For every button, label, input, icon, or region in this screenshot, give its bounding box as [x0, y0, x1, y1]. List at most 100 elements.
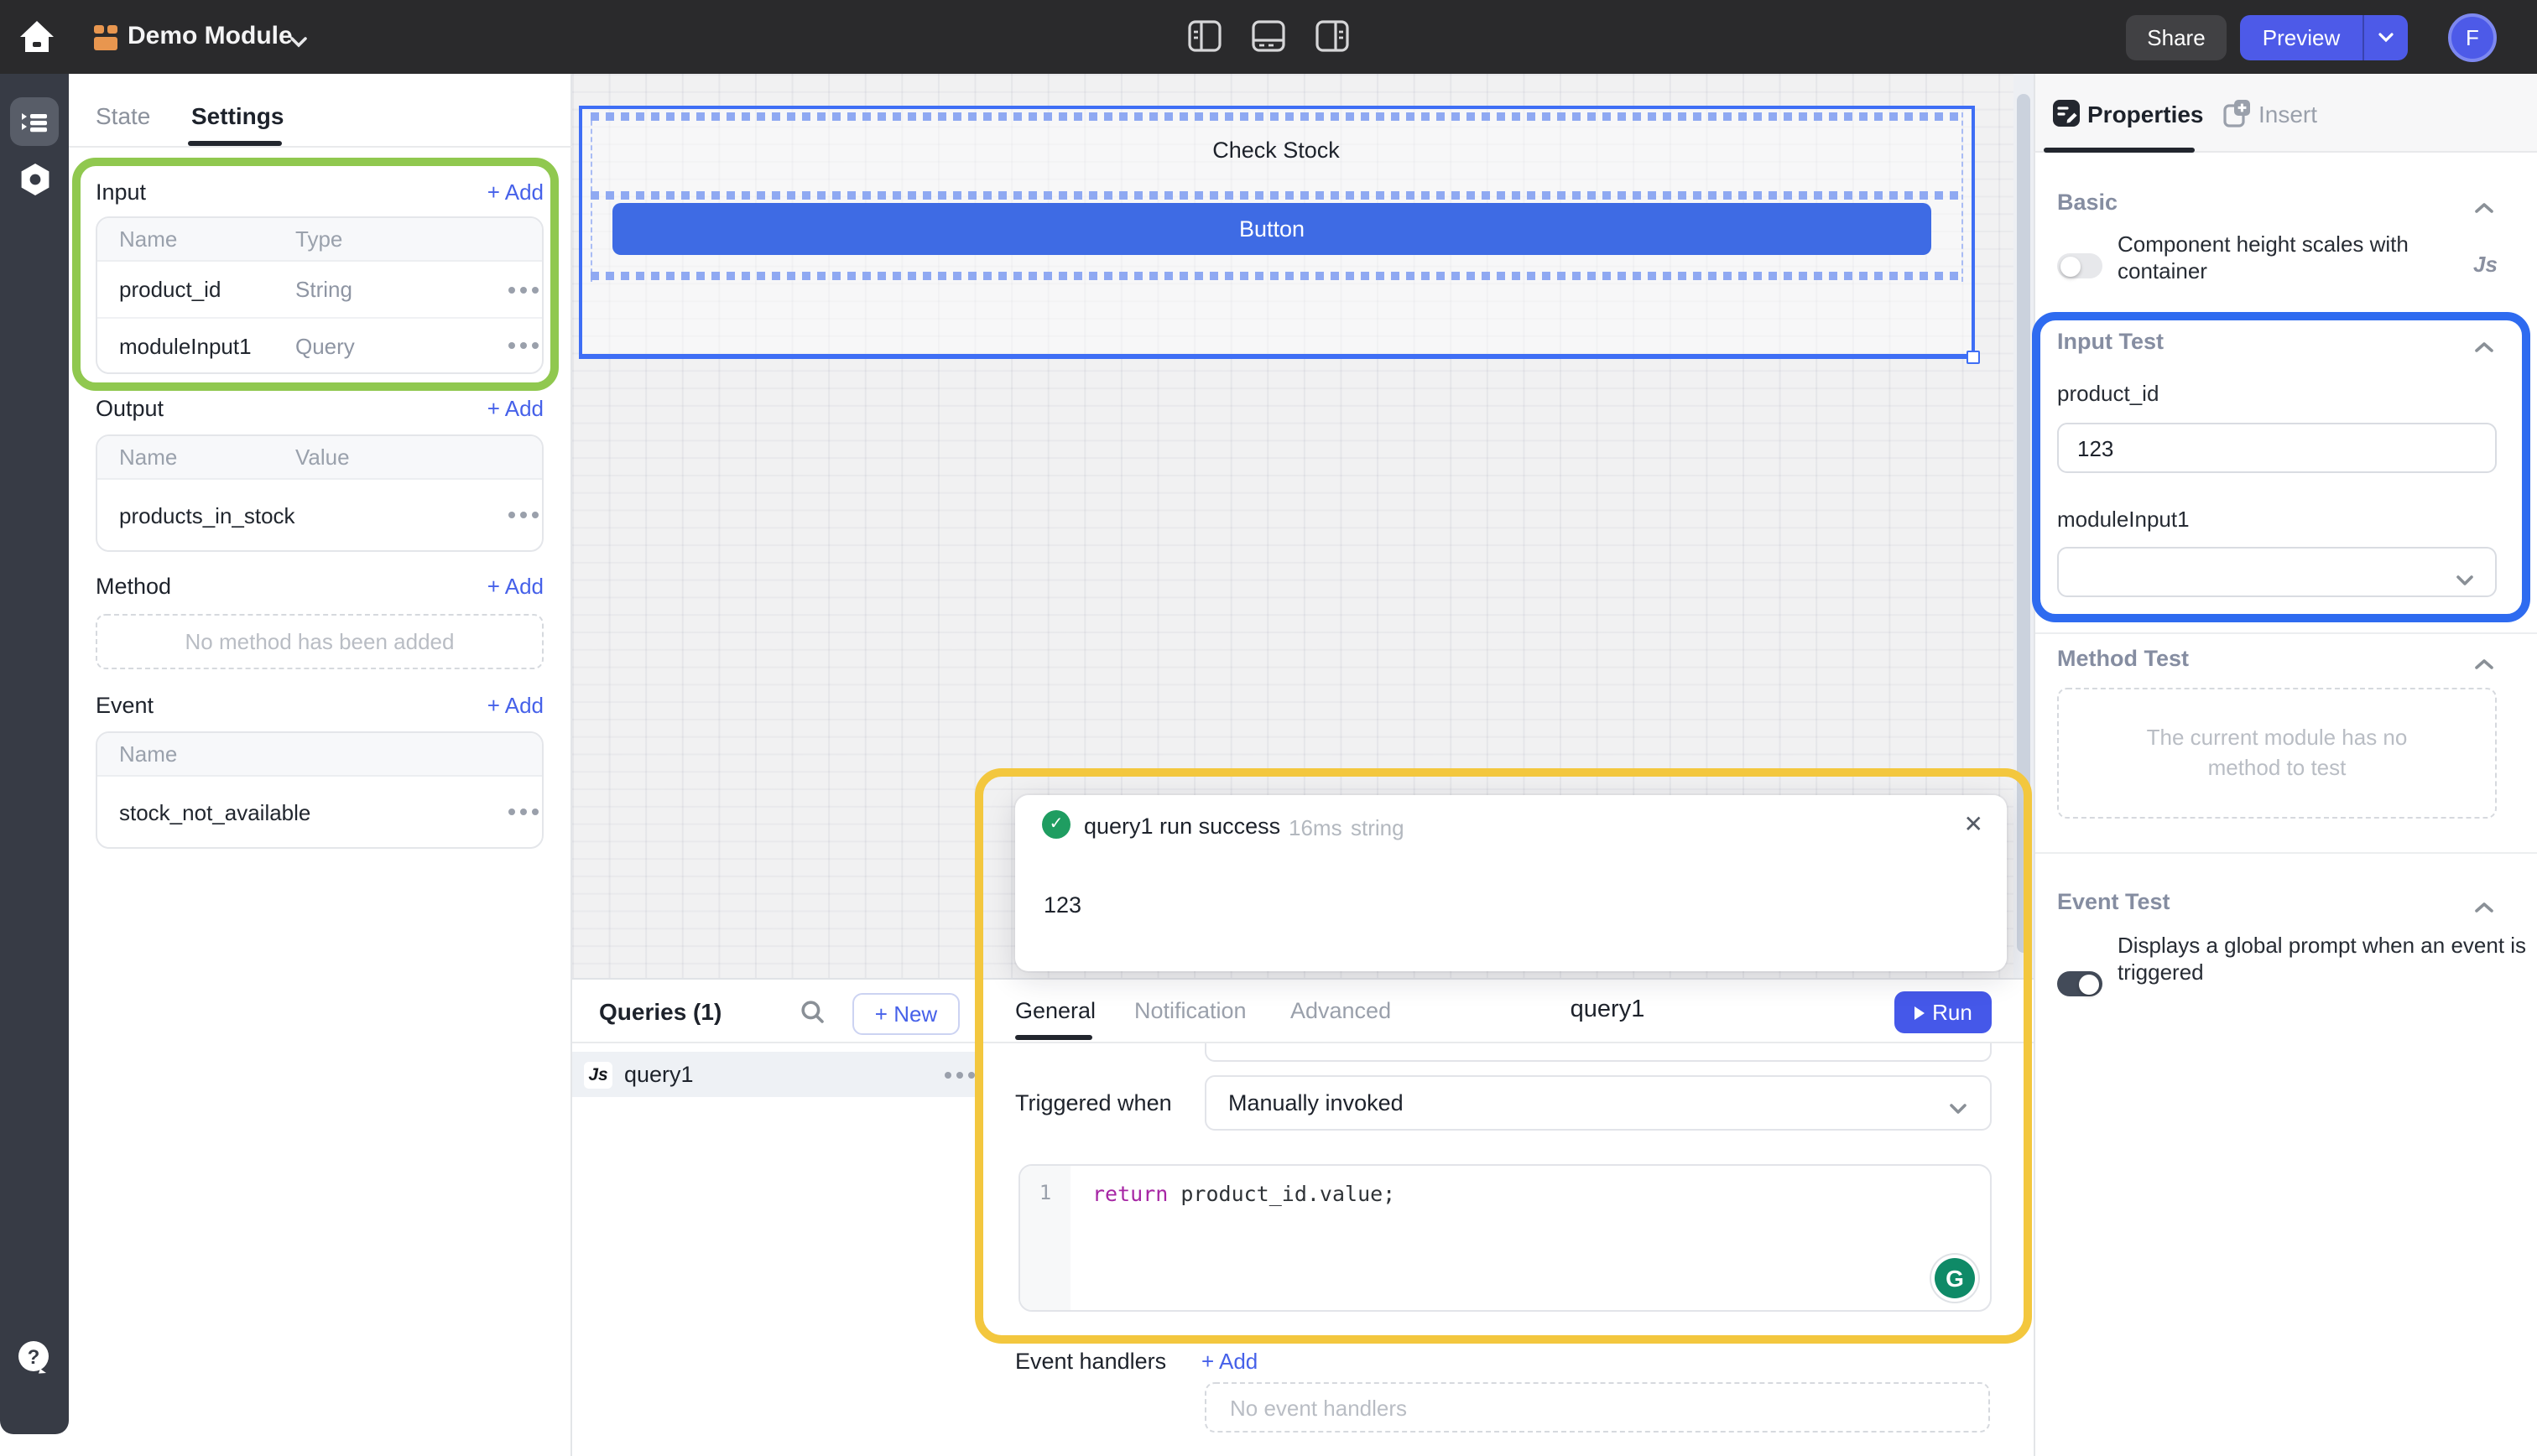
module-input1-label: moduleInput1 [2057, 507, 2190, 532]
table-row[interactable]: product_id String [97, 262, 542, 317]
height-scales-toggle[interactable] [2057, 253, 2102, 278]
js-toggle-flag[interactable]: Js [2473, 252, 2498, 277]
triggered-when-select[interactable]: Manually invoked [1205, 1075, 1992, 1131]
pages-tree-icon[interactable] [10, 97, 59, 146]
result-value: 123 [1044, 892, 1081, 918]
collapse-chevron-icon[interactable] [2473, 195, 2495, 220]
more-icon[interactable] [508, 809, 515, 815]
insert-icon [2223, 99, 2252, 133]
collapse-chevron-icon[interactable] [2473, 651, 2495, 676]
code-line[interactable]: return product_id.value; [1092, 1181, 1395, 1206]
method-section: Method + Add No method has been added [96, 564, 544, 669]
text-widget[interactable]: Check Stock [591, 138, 1961, 163]
queries-title: Queries (1) [599, 998, 722, 1025]
input-add-button[interactable]: + Add [487, 179, 544, 204]
play-icon [1914, 1006, 1924, 1019]
tab-general[interactable]: General [1015, 998, 1096, 1023]
module-title[interactable]: Demo Module [128, 22, 293, 50]
tabs-divider [69, 146, 572, 148]
preview-button[interactable]: Preview [2240, 15, 2362, 60]
input-table: Name Type product_id String moduleInput1… [96, 216, 544, 374]
height-scales-label: Component height scales with container [2118, 231, 2461, 283]
share-button[interactable]: Share [2126, 15, 2227, 60]
basic-section-title: Basic [2057, 190, 2118, 215]
method-add-button[interactable]: + Add [487, 573, 544, 598]
result-type: string [1351, 815, 1404, 840]
more-icon[interactable] [945, 1071, 951, 1078]
input-section-title: Input [96, 179, 146, 204]
table-row[interactable]: stock_not_available [97, 777, 542, 847]
result-title: query1 run success [1084, 814, 1280, 839]
tab-notification[interactable]: Notification [1134, 998, 1247, 1023]
grammarly-icon[interactable]: G [1935, 1258, 1975, 1298]
close-icon[interactable]: ✕ [1964, 810, 1983, 839]
preview-dropdown-button[interactable] [2362, 15, 2408, 60]
settings-hexagon-icon[interactable] [10, 154, 59, 203]
output-add-button[interactable]: + Add [487, 395, 544, 420]
container-bottom-edge [579, 354, 1975, 359]
more-icon[interactable] [508, 342, 515, 349]
more-icon[interactable] [508, 512, 515, 518]
input-section: Input + Add Name Type product_id String … [96, 169, 544, 374]
input-col-type: Type [295, 226, 342, 252]
selection-guide [591, 272, 1961, 280]
search-icon[interactable] [800, 1000, 826, 1030]
js-badge: Js [584, 1061, 612, 1088]
active-tab-underline [1015, 1035, 1092, 1040]
event-add-button[interactable]: + Add [487, 692, 544, 717]
event-table: Name stock_not_available [96, 731, 544, 849]
product-id-label: product_id [2057, 381, 2159, 406]
toggle-bottom-panel-icon[interactable] [1252, 20, 1285, 57]
tab-insert[interactable]: Insert [2258, 101, 2317, 127]
top-bar: Demo Module Share Preview F [0, 0, 2537, 74]
run-query-button[interactable]: Run [1894, 991, 1992, 1033]
table-row[interactable]: moduleInput1 Query [97, 317, 542, 372]
event-handler-add-button[interactable]: + Add [1201, 1349, 1258, 1374]
method-section-title: Method [96, 573, 171, 598]
selection-guide [1961, 112, 1963, 282]
toggle-right-panel-icon[interactable] [1315, 20, 1349, 57]
section-divider [2035, 852, 2537, 854]
module-icon [94, 25, 119, 50]
tab-state[interactable]: State [96, 102, 150, 129]
toggle-left-panel-icon[interactable] [1188, 20, 1222, 57]
left-icon-rail: ? [0, 74, 69, 1434]
tab-properties[interactable]: Properties [2087, 101, 2204, 127]
canvas-scrollbar-thumb[interactable] [2017, 94, 2030, 953]
output-section-title: Output [96, 395, 164, 420]
properties-icon [2052, 99, 2081, 133]
button-widget[interactable]: Button [612, 203, 1931, 255]
help-icon[interactable]: ? [15, 1339, 52, 1375]
method-test-empty-state: The current module has no method to test [2057, 688, 2497, 819]
tab-settings[interactable]: Settings [191, 102, 284, 129]
event-section: Event + Add Name stock_not_available [96, 683, 544, 849]
input-col-name: Name [97, 226, 295, 252]
query-list-item[interactable]: Js query1 [572, 1052, 975, 1097]
event-test-title: Event Test [2057, 889, 2170, 914]
selection-guide [591, 191, 1961, 200]
resize-handle[interactable] [1967, 351, 1980, 364]
home-icon[interactable] [17, 17, 57, 57]
collapse-chevron-icon[interactable] [2473, 334, 2495, 359]
line-number-gutter: 1 [1020, 1166, 1071, 1310]
event-handlers-empty-state: No event handlers [1205, 1382, 1990, 1433]
table-row[interactable]: products_in_stock [97, 480, 542, 550]
query-title[interactable]: query1 [1456, 996, 1758, 1023]
more-icon[interactable] [508, 286, 515, 293]
event-prompt-toggle[interactable] [2057, 971, 2102, 996]
output-table: Name Value products_in_stock [96, 434, 544, 552]
collapse-chevron-icon[interactable] [2473, 894, 2495, 919]
new-query-button[interactable]: + New [852, 993, 960, 1035]
query-name: query1 [624, 1062, 694, 1087]
user-avatar[interactable]: F [2448, 13, 2497, 62]
event-section-title: Event [96, 692, 154, 717]
tab-advanced[interactable]: Advanced [1290, 998, 1391, 1023]
code-editor[interactable]: 1 return product_id.value; G [1018, 1164, 1992, 1312]
input-test-title: Input Test [2057, 329, 2164, 354]
chevron-down-icon [2455, 567, 2475, 592]
triggered-when-label: Triggered when [1015, 1090, 1172, 1115]
section-divider [2035, 632, 2537, 634]
module-chevron-down-icon[interactable] [289, 29, 309, 54]
module-input1-select[interactable] [2057, 547, 2497, 597]
product-id-input[interactable] [2057, 423, 2497, 473]
